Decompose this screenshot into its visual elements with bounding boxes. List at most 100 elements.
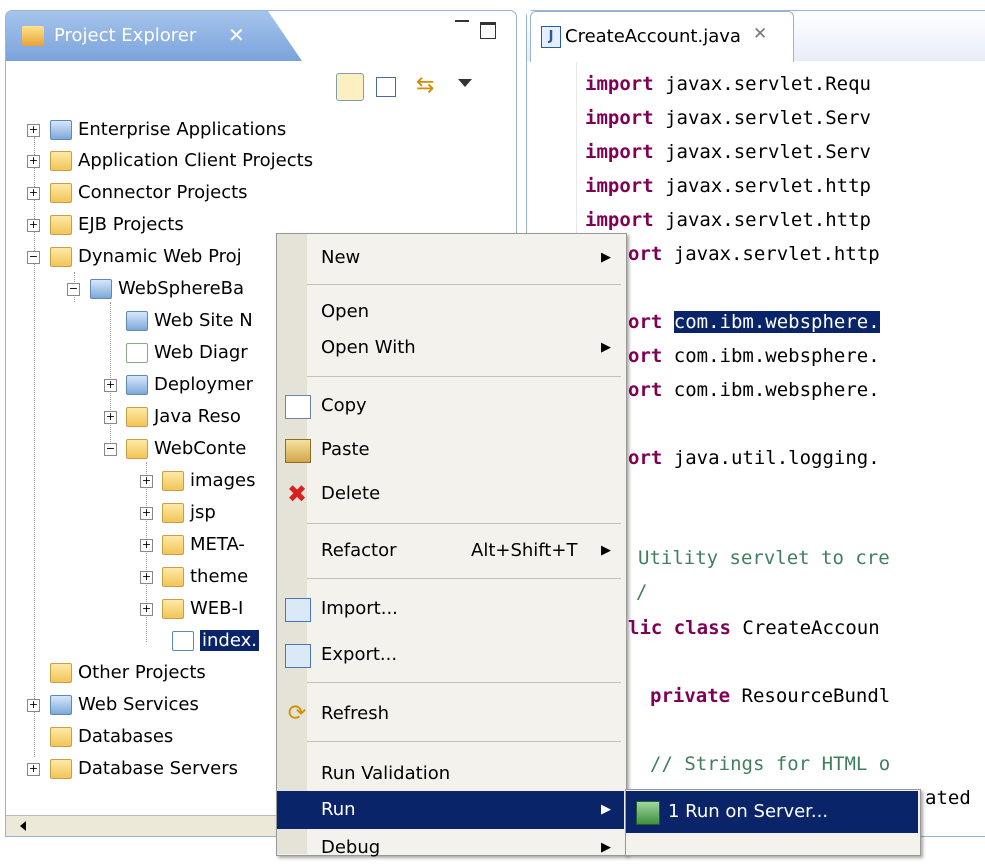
code-keyword: import [585,175,654,197]
code-line: private ResourceBundl [650,685,890,707]
expand-icon[interactable]: + [27,763,40,776]
sync-icon[interactable]: ⇆ [416,75,438,97]
menu-item-label: Debug [321,837,381,858]
submenu-arrow-icon: ▶ [601,543,611,558]
web-site-navigation-icon [126,311,148,331]
menu-item-label: Delete [321,483,381,504]
application-client-folder-icon [50,151,72,171]
open-folder-icon [126,439,148,459]
expand-icon[interactable]: + [27,187,40,200]
code-keyword: ort [628,379,663,401]
tree-item-label: Deploymer [154,374,254,395]
expand-icon[interactable]: + [140,507,153,520]
tree-item-label: jsp [190,502,216,523]
expand-icon[interactable]: + [104,379,117,392]
menu-item-refactor[interactable]: Refactor Alt+Shift+T ▶ [277,532,624,570]
code-line: ort com.ibm.websphere. [628,379,880,401]
expand-icon[interactable]: + [140,475,153,488]
web-diagram-icon [126,343,148,363]
code-line: import javax.servlet.Serv [585,141,871,163]
project-explorer-title: Project Explorer [54,25,197,46]
delete-icon: ✖ [286,480,308,508]
menu-item-paste[interactable]: Paste [277,431,624,469]
code-text: ResourceBundl [730,685,891,707]
tree-item-label: EJB Projects [78,214,184,235]
menu-item-copy[interactable]: Copy [277,387,624,425]
collapse-icon[interactable]: − [27,251,40,264]
submenu-arrow-icon: ▶ [601,250,611,265]
code-text: javax.servlet.Serv [653,141,871,163]
expand-icon[interactable]: + [104,411,117,424]
menu-item-run-on-server[interactable]: 1 Run on Server... [626,791,918,833]
code-selection: com.ibm.websphere. [673,311,880,333]
code-text: javax.servlet.http [653,209,871,231]
menu-item-refresh[interactable]: ⟳ Refresh [277,695,624,733]
scroll-left-icon[interactable] [20,821,26,831]
tree-item-label: Web Site N [154,310,253,331]
menu-item-export[interactable]: Export... [277,636,624,674]
expand-icon[interactable]: + [27,155,40,168]
submenu-arrow-icon: ▶ [601,840,611,855]
expand-icon[interactable]: + [27,699,40,712]
collapse-icon[interactable]: − [67,283,80,296]
menu-item-label: New [321,247,361,268]
code-line: ated [925,787,971,809]
tree-item-label: Dynamic Web Proj [78,246,242,267]
tree-item-other-projects[interactable]: Other Projects [50,657,206,689]
menu-separator [307,578,621,579]
menu-item-label: Paste [321,439,370,460]
expand-icon[interactable]: + [27,219,40,232]
view-menu-icon[interactable] [458,79,472,87]
menu-item-open-with[interactable]: Open With ▶ [277,329,624,367]
folder-icon [50,663,72,683]
folder-icon [162,599,184,619]
expand-icon[interactable]: + [140,539,153,552]
code-line: lic class CreateAccoun [628,617,880,639]
code-keyword: ort [628,447,663,469]
tree-item-label: Enterprise Applications [78,119,287,140]
tree-item-label: Databases [78,726,174,747]
project-explorer-toolbar: ⇆ [6,61,515,111]
menu-item-run[interactable]: Run ▶ [277,791,624,829]
collapse-icon[interactable]: − [104,443,117,456]
editor-tab-label: CreateAccount.java [565,26,741,47]
menu-item-new[interactable]: New ▶ [277,239,624,277]
close-icon[interactable]: ✕ [753,24,767,44]
submenu-arrow-icon: ▶ [601,340,611,355]
project-explorer-tab[interactable]: Project Explorer ✕ [6,11,268,61]
editor-tab-createaccount[interactable]: J CreateAccount.java ✕ [530,11,794,62]
code-keyword: ort [628,311,663,333]
tree-item-databases[interactable]: Databases [50,721,173,753]
menu-item-open[interactable]: Open [277,293,624,331]
menu-item-import[interactable]: Import... [277,590,624,628]
code-keyword: import [585,73,654,95]
close-icon[interactable]: ✕ [228,23,245,47]
menu-item-debug[interactable]: Debug ▶ [277,829,624,867]
menu-item-run-validation[interactable]: Run Validation [277,755,624,793]
server-icon [636,801,660,825]
tree-item-label: images [190,470,256,491]
maximize-icon[interactable] [480,22,496,39]
collapse-all-icon[interactable] [376,77,396,97]
tree-item-web-diagram[interactable]: Web Diagr [126,337,248,369]
folder-icon [162,471,184,491]
code-line: import javax.servlet.http [585,175,871,197]
minimize-icon[interactable] [455,20,469,24]
code-line: ort com.ibm.websphere. [628,311,880,333]
paste-icon [285,439,311,463]
tree-item-index[interactable]: index. [172,625,259,657]
menu-item-delete[interactable]: ✖ Delete [277,475,624,513]
java-file-icon: J [541,26,561,48]
menu-item-label: 1 Run on Server... [668,801,829,822]
expand-icon[interactable]: + [140,571,153,584]
expand-icon[interactable]: + [140,603,153,616]
export-icon [285,644,311,668]
menu-item-label: Copy [321,395,367,416]
link-with-editor-icon[interactable] [336,73,364,101]
menu-item-shortcut: Alt+Shift+T [471,540,578,561]
submenu-arrow-icon: ▶ [601,802,611,817]
tree-item-web-site-navigation[interactable]: Web Site N [126,305,253,337]
deployment-descriptor-icon [126,375,148,395]
expand-icon[interactable]: + [27,124,40,137]
code-line: // Strings for HTML o [650,753,891,775]
